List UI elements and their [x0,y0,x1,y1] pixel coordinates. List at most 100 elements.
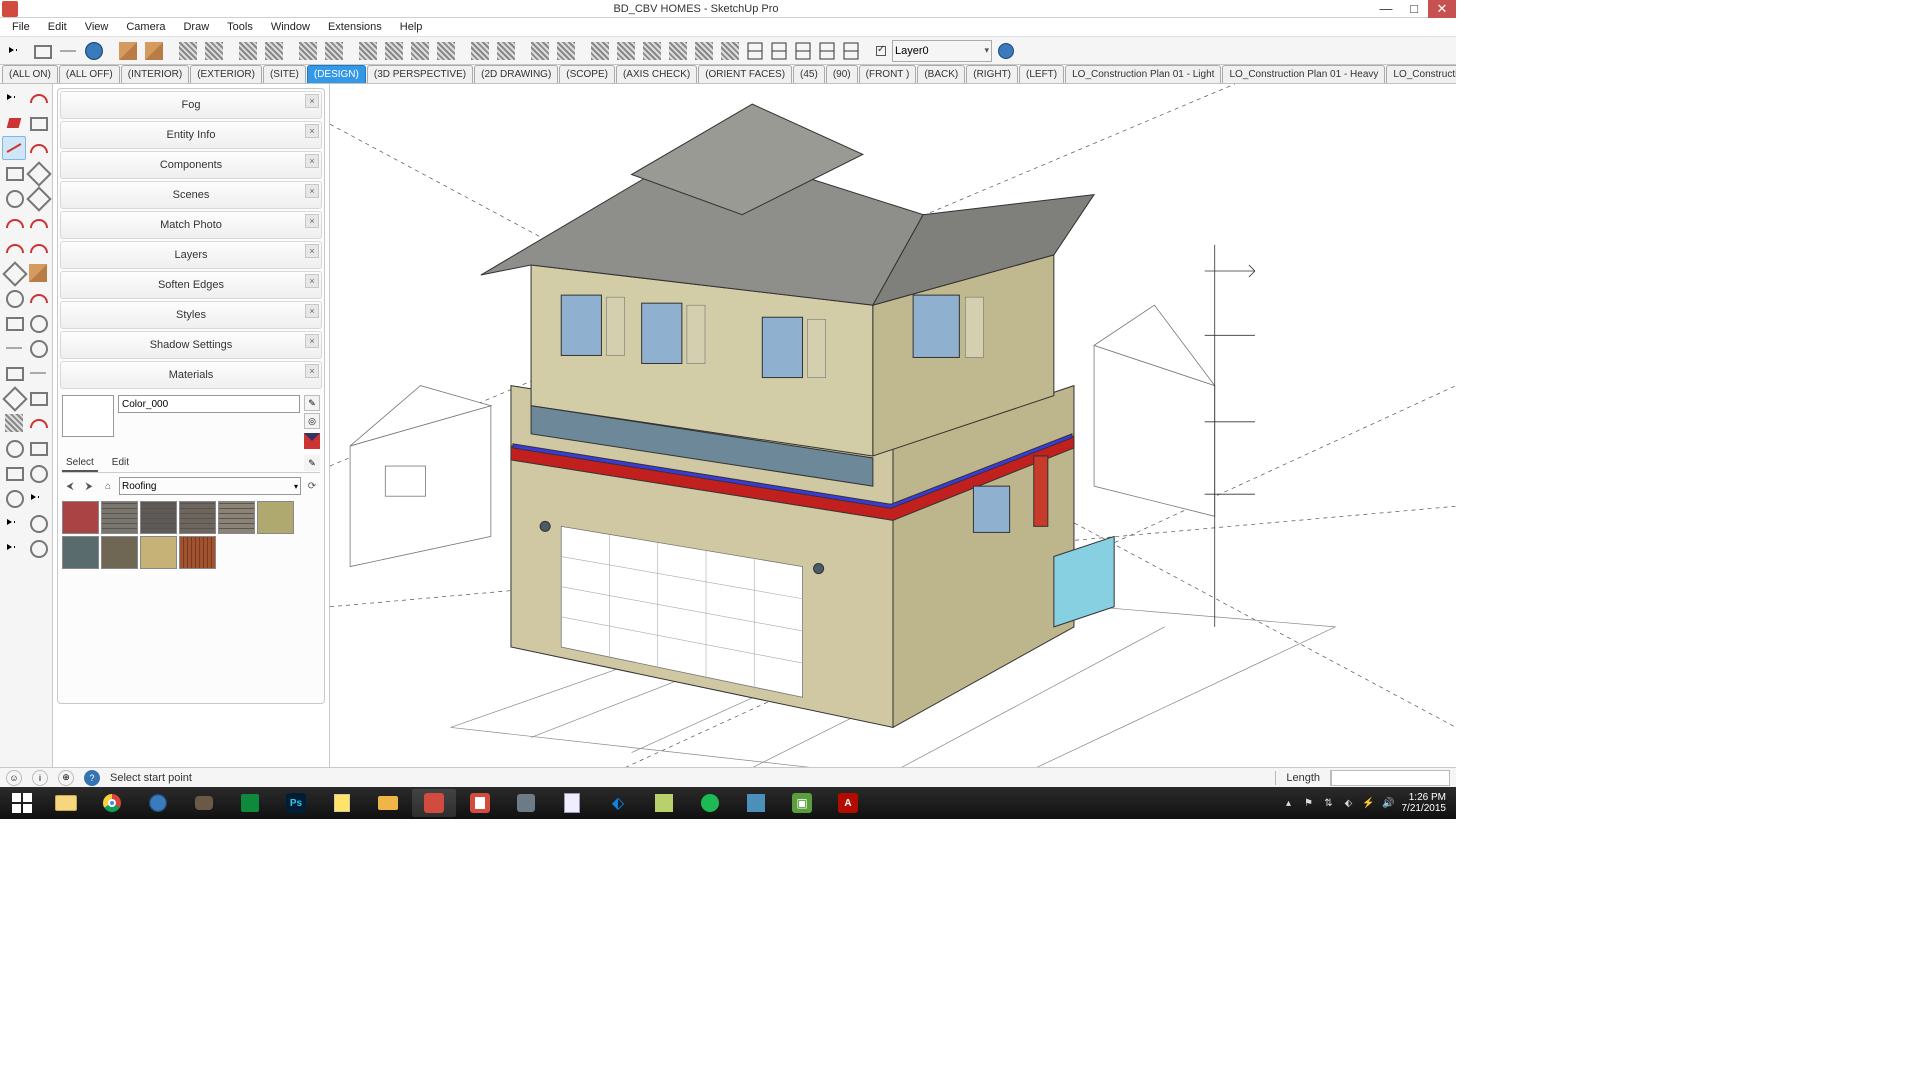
scene-tab[interactable]: (2D DRAWING) [474,65,558,83]
material-swatch[interactable] [140,501,177,534]
viewport[interactable] [330,84,1456,767]
tray-panel-shadow-settings[interactable]: Shadow Settings× [60,331,322,359]
toolbar-btn-3[interactable] [82,39,106,63]
tool-2pt-arc[interactable] [27,211,51,235]
taskbar-dropbox[interactable]: ⬖ [596,789,640,817]
wall-tool-1[interactable] [768,39,790,63]
taskbar-explorer[interactable] [44,789,88,817]
materials-nav-home[interactable]: ⌂ [100,478,116,494]
tool-sect[interactable] [27,386,51,410]
taskbar-notes[interactable] [320,789,364,817]
tool-rotate[interactable] [2,286,26,310]
tool-pie[interactable] [27,236,51,260]
tool-rot-rect[interactable] [27,161,51,185]
material-swatch[interactable] [62,501,99,534]
toolbar-btn-33[interactable] [718,39,742,63]
material-default-colors-icon[interactable] [304,433,320,449]
scene-tab[interactable]: (ORIENT FACES) [698,65,792,83]
tool-rectangle[interactable] [2,161,26,185]
toolbar-btn-26[interactable] [554,39,578,63]
tool-zoom-ext[interactable] [27,436,51,460]
tray-flag-icon[interactable]: ⚑ [1302,796,1316,810]
taskbar-camtasia[interactable]: ▣ [780,789,824,817]
tray-panel-materials[interactable]: Materials× [60,361,322,389]
toolbar-btn-1[interactable] [30,39,54,63]
scene-tab[interactable]: (SITE) [263,65,306,83]
materials-tab-select[interactable]: Select [62,455,98,472]
taskbar-gimp[interactable] [182,789,226,817]
tool-axes[interactable] [2,386,26,410]
material-pick-button[interactable]: ◎ [304,413,320,429]
toolbar-btn-31[interactable] [666,39,690,63]
tool-freehand[interactable] [27,136,51,160]
tool-position[interactable] [27,486,51,510]
toolbar-btn-6[interactable] [142,39,166,63]
scene-tab[interactable]: LO_Construction Plan 01 - Light [1065,65,1221,83]
toolbar-btn-12[interactable] [262,39,286,63]
tool-pan[interactable] [2,461,26,485]
tray-panel-layers[interactable]: Layers× [60,241,322,269]
taskbar-layout[interactable] [458,789,502,817]
tray-close-icon[interactable]: × [305,274,319,288]
toolbar-btn-15[interactable] [322,39,346,63]
scene-tab[interactable]: (ALL ON) [2,65,58,83]
toolbar-btn-5[interactable] [116,39,140,63]
scene-tab[interactable]: (DESIGN) [307,65,366,83]
material-swatch[interactable] [218,501,255,534]
scene-tab[interactable]: (BACK) [917,65,965,83]
scene-tab[interactable]: (SCOPE) [559,65,615,83]
menu-camera[interactable]: Camera [118,19,173,35]
tool-line[interactable] [2,136,26,160]
tool-weld[interactable] [27,411,51,435]
material-name-input[interactable]: Color_000 [118,395,300,413]
tool-followme[interactable] [27,286,51,310]
toolbar-btn-0[interactable] [4,39,28,63]
toolbar-btn-23[interactable] [494,39,518,63]
start-button[interactable] [2,789,42,817]
material-create-button[interactable]: ✎ [304,395,320,411]
material-preview[interactable] [62,395,114,437]
tool-circle[interactable] [2,186,26,210]
tool-orbit[interactable] [27,461,51,485]
material-swatch[interactable] [101,536,138,569]
tray-close-icon[interactable]: × [305,214,319,228]
toolbar-btn-11[interactable] [236,39,260,63]
menu-help[interactable]: Help [392,19,431,35]
tool-arc[interactable] [2,211,26,235]
layer-select[interactable]: Layer0 [892,40,992,62]
tray-panel-soften-edges[interactable]: Soften Edges× [60,271,322,299]
close-button[interactable]: ✕ [1428,0,1456,18]
status-icon-person[interactable]: ☺ [6,770,22,786]
tool-eraser[interactable] [27,111,51,135]
toolbar-btn-30[interactable] [640,39,664,63]
wall-tool-4[interactable] [840,39,862,63]
material-swatch[interactable] [179,536,216,569]
taskbar-clock[interactable]: 1:26 PM 7/21/2015 [1402,792,1447,814]
toolbar-btn-18[interactable] [382,39,406,63]
materials-details-button[interactable]: ⟳ [304,478,320,494]
taskbar-app2[interactable] [642,789,686,817]
tray-close-icon[interactable]: × [305,244,319,258]
material-swatch[interactable] [62,536,99,569]
menu-window[interactable]: Window [263,19,318,35]
menu-tools[interactable]: Tools [219,19,261,35]
taskbar-calc[interactable] [550,789,594,817]
toolbar-btn-9[interactable] [202,39,226,63]
taskbar-photoshop[interactable]: Ps [274,789,318,817]
toolbar-btn-20[interactable] [434,39,458,63]
status-icon-info[interactable]: i [32,770,48,786]
tray-net-icon[interactable]: ⇅ [1322,796,1336,810]
tool-scale[interactable] [2,311,26,335]
tray-panel-scenes[interactable]: Scenes× [60,181,322,209]
tool-tape[interactable] [2,336,26,360]
tray-power-icon[interactable]: ⚡ [1362,796,1376,810]
tray-vol-icon[interactable]: 🔊 [1382,796,1396,810]
tool-paint[interactable] [2,111,26,135]
tool-pushpull[interactable] [27,261,51,285]
scene-tab[interactable]: (RIGHT) [966,65,1018,83]
taskbar-acrobat[interactable]: A [826,789,870,817]
material-swatch[interactable] [101,501,138,534]
status-icon-geo[interactable]: ⊕ [58,770,74,786]
taskbar-app1[interactable] [504,789,548,817]
tray-panel-styles[interactable]: Styles× [60,301,322,329]
